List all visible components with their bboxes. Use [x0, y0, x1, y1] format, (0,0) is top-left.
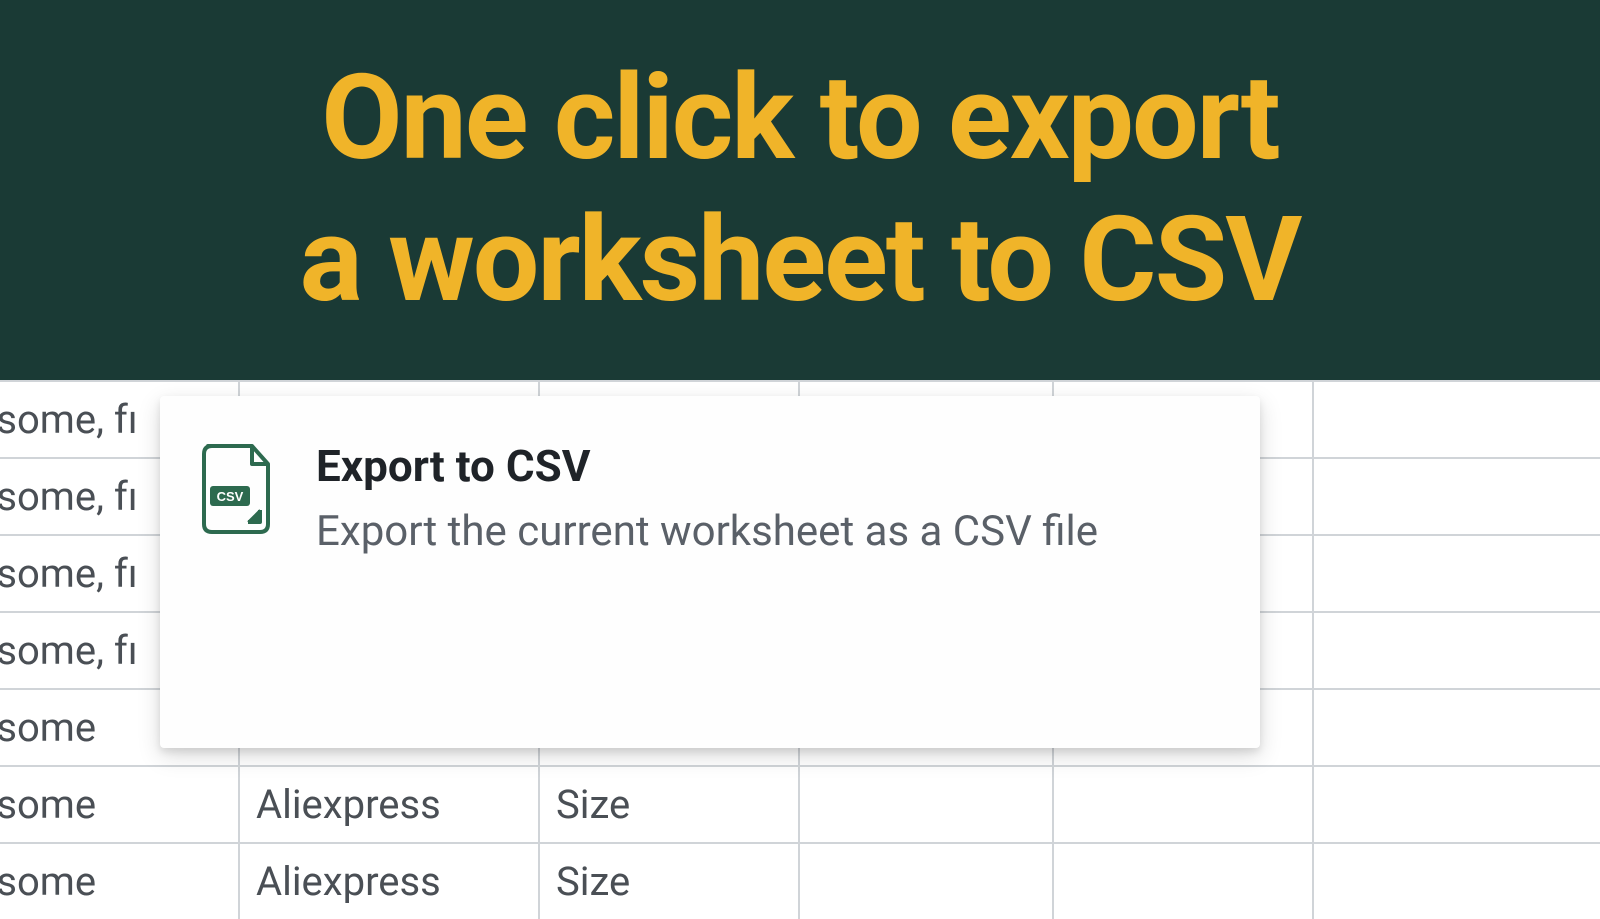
export-csv-popup[interactable]: CSV Export to CSV Export the current wor…	[160, 396, 1260, 748]
table-row[interactable]: vesome Aliexpress Size	[0, 765, 1600, 842]
promo-banner: One click to export a worksheet to CSV	[0, 0, 1600, 380]
table-cell[interactable]	[1054, 844, 1314, 919]
table-cell[interactable]: vesome	[0, 844, 240, 919]
table-row[interactable]: vesome Aliexpress Size	[0, 842, 1600, 919]
table-cell[interactable]	[800, 767, 1054, 842]
table-cell[interactable]: Size	[540, 844, 800, 919]
banner-line-1: One click to export	[321, 48, 1278, 190]
csv-file-icon: CSV	[200, 444, 272, 534]
table-cell[interactable]	[800, 844, 1054, 919]
popup-content: Export to CSV Export the current workshe…	[316, 440, 1220, 704]
popup-title: Export to CSV	[316, 440, 1220, 492]
svg-text:CSV: CSV	[217, 489, 244, 504]
table-cell[interactable]: vesome	[0, 767, 240, 842]
table-cell[interactable]: Size	[540, 767, 800, 842]
banner-line-2: a worksheet to CSV	[300, 190, 1301, 332]
table-cell[interactable]: Aliexpress	[240, 767, 540, 842]
table-cell[interactable]: Aliexpress	[240, 844, 540, 919]
popup-description: Export the current worksheet as a CSV fi…	[316, 504, 1220, 561]
table-cell[interactable]	[1054, 767, 1314, 842]
